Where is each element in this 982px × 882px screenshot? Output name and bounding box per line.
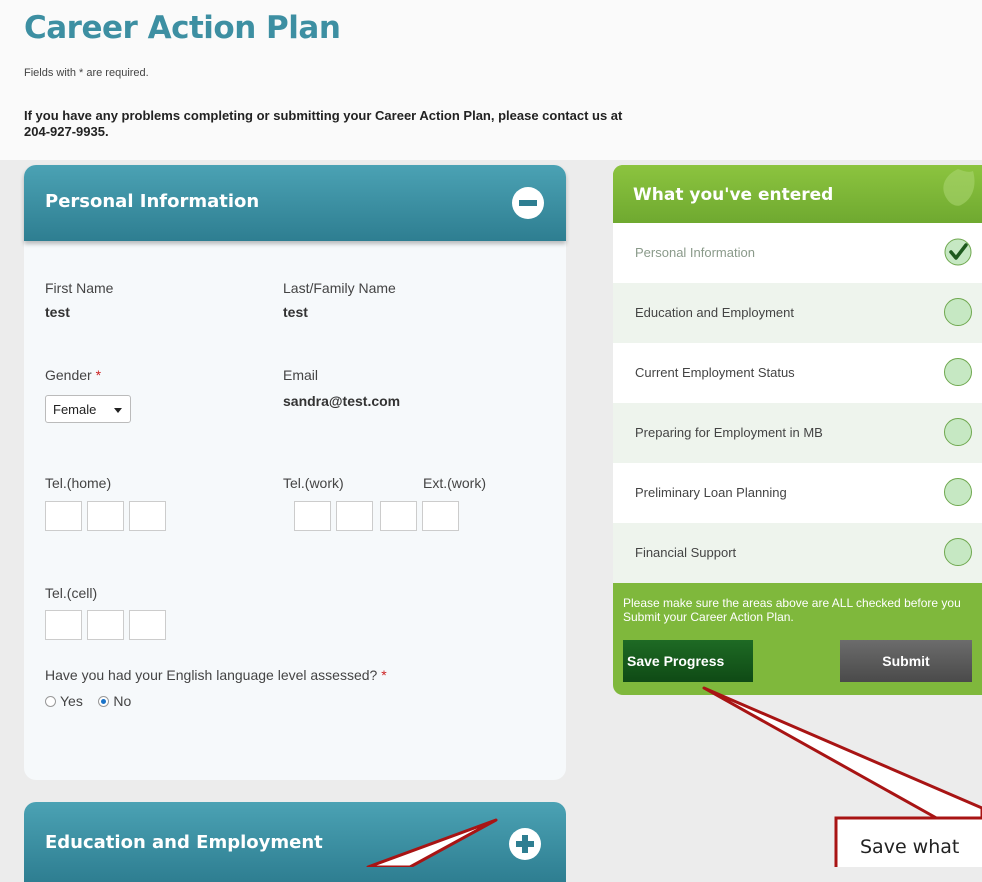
callout-text: Save what [860,836,960,858]
callout-annotation [366,686,982,867]
